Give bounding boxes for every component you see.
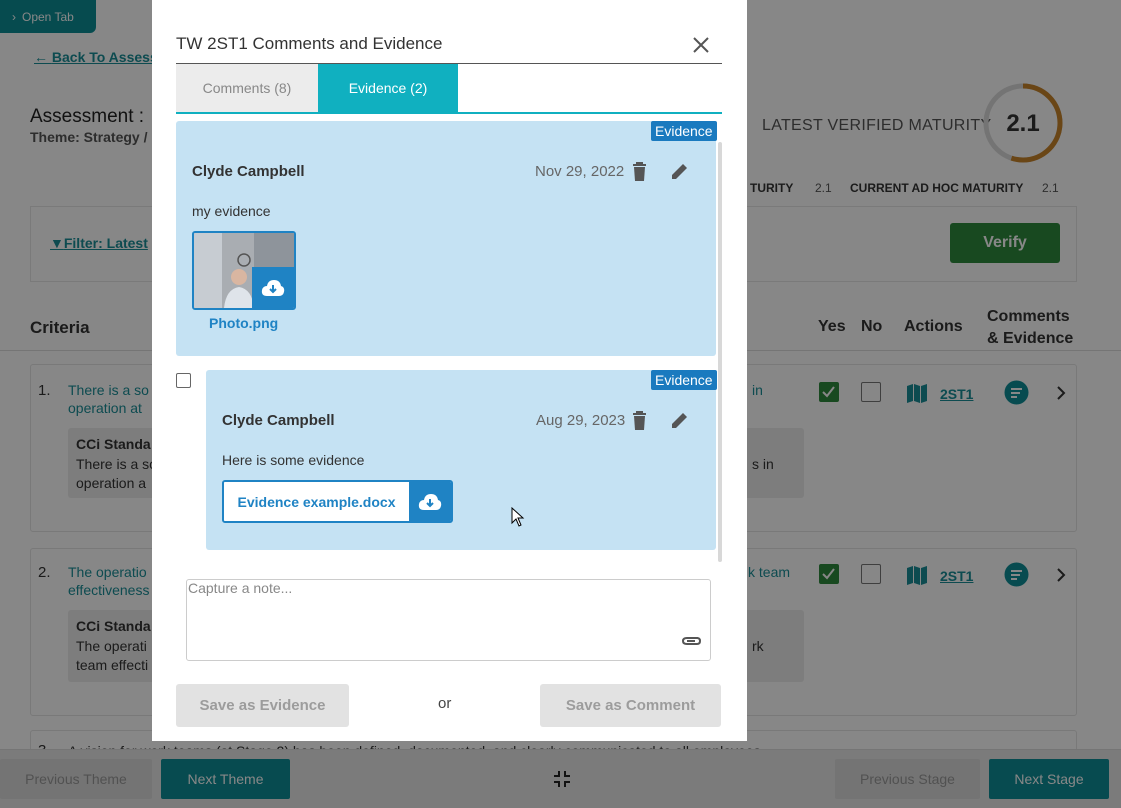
evidence-badge: Evidence bbox=[651, 121, 717, 141]
trash-icon[interactable] bbox=[632, 162, 647, 181]
evidence-scrollbar[interactable] bbox=[718, 142, 722, 562]
or-separator: or bbox=[438, 695, 452, 712]
edit-pencil-icon[interactable] bbox=[670, 162, 689, 181]
attachment-filename[interactable]: Evidence example.docx bbox=[224, 482, 409, 521]
tab-comments[interactable]: Comments (8) bbox=[176, 64, 318, 112]
evidence-text: Here is some evidence bbox=[222, 452, 365, 468]
photo-filename-link[interactable]: Photo.png bbox=[209, 315, 278, 331]
tab-underline bbox=[176, 112, 722, 114]
evidence-date: Nov 29, 2022 bbox=[535, 163, 625, 180]
download-cloud-icon[interactable] bbox=[252, 267, 294, 308]
download-cloud-icon[interactable] bbox=[409, 482, 451, 521]
evidence-author: Clyde Campbell bbox=[192, 163, 305, 180]
photo-thumbnail[interactable] bbox=[192, 231, 296, 310]
evidence-text: my evidence bbox=[192, 203, 271, 219]
trash-icon[interactable] bbox=[632, 411, 647, 430]
evidence-author: Clyde Campbell bbox=[222, 412, 335, 429]
edit-pencil-icon[interactable] bbox=[670, 411, 689, 430]
mouse-cursor-icon bbox=[511, 507, 525, 527]
evidence-badge: Evidence bbox=[651, 370, 717, 390]
paperclip-icon[interactable] bbox=[678, 632, 702, 650]
note-placeholder: Capture a note... bbox=[188, 580, 293, 596]
tab-evidence[interactable]: Evidence (2) bbox=[318, 64, 458, 112]
comments-evidence-modal: TW 2ST1 Comments and Evidence Comments (… bbox=[152, 0, 747, 741]
modal-title: TW 2ST1 Comments and Evidence bbox=[176, 34, 443, 53]
save-as-evidence-button[interactable]: Save as Evidence bbox=[176, 684, 349, 727]
save-as-comment-button[interactable]: Save as Comment bbox=[540, 684, 721, 727]
evidence-select-checkbox[interactable] bbox=[176, 373, 191, 388]
attachment-chip[interactable]: Evidence example.docx bbox=[222, 480, 453, 523]
evidence-date: Aug 29, 2023 bbox=[536, 412, 626, 429]
close-icon[interactable] bbox=[690, 34, 712, 56]
